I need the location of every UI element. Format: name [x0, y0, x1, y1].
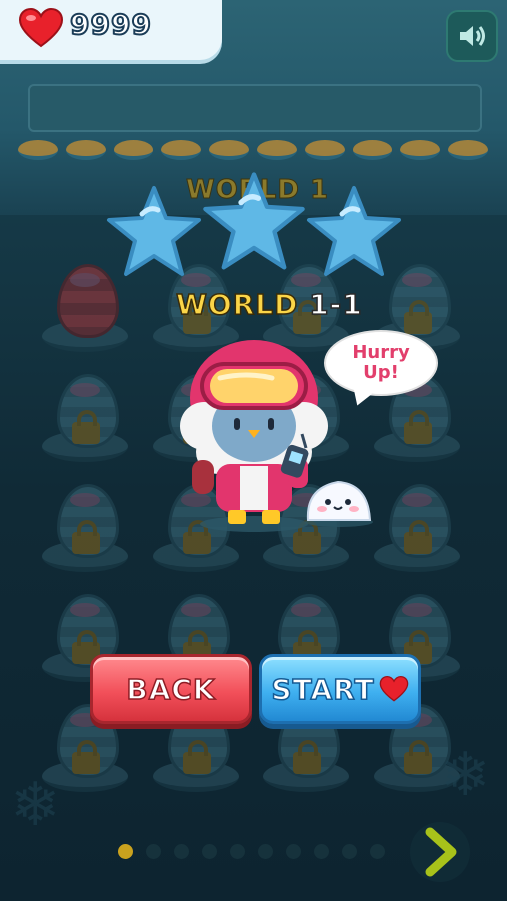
- level-title-number: 1-1: [308, 287, 363, 322]
- header-banner: [28, 84, 482, 132]
- decor-coin-row: [18, 140, 488, 162]
- start-button-label: START: [271, 672, 375, 707]
- page-dot-1[interactable]: [118, 844, 133, 859]
- page-dot-10[interactable]: [370, 844, 385, 859]
- page-dot-2[interactable]: [146, 844, 161, 859]
- page-indicator: [118, 844, 385, 859]
- snowflake-icon: ❄: [440, 740, 491, 810]
- back-button-label: BACK: [126, 672, 216, 707]
- level-title: WORLD 1-1: [175, 287, 363, 322]
- start-button[interactable]: START: [259, 654, 421, 724]
- next-page-arrow-icon[interactable]: [410, 820, 470, 884]
- heart-icon: [379, 676, 408, 702]
- heart-icon: [18, 8, 64, 48]
- page-dot-9[interactable]: [342, 844, 357, 859]
- star-2-icon: [203, 172, 305, 270]
- level-node-locked: [374, 482, 462, 572]
- speech-bubble: Hurry Up!: [324, 330, 438, 396]
- level-node-locked: [42, 372, 130, 462]
- speaker-icon: [460, 26, 485, 46]
- speech-line-1: Hurry: [352, 342, 410, 363]
- page-dot-7[interactable]: [286, 844, 301, 859]
- page-dot-8[interactable]: [314, 844, 329, 859]
- lives-panel: 9999: [0, 0, 222, 60]
- sound-toggle-button[interactable]: [446, 10, 498, 62]
- star-1-icon: [107, 186, 201, 276]
- snowflake-icon: ❄: [10, 770, 61, 840]
- seal-character: [305, 480, 373, 527]
- level-node-locked: [42, 482, 130, 572]
- back-button[interactable]: BACK: [90, 654, 252, 724]
- star-3-icon: [307, 186, 401, 276]
- page-dot-6[interactable]: [258, 844, 273, 859]
- page-dot-4[interactable]: [202, 844, 217, 859]
- page-dot-5[interactable]: [230, 844, 245, 859]
- speech-line-2: Up!: [363, 362, 399, 383]
- lives-count: 9999: [69, 7, 152, 42]
- level-title-word: WORLD: [175, 287, 299, 322]
- page-dot-3[interactable]: [174, 844, 189, 859]
